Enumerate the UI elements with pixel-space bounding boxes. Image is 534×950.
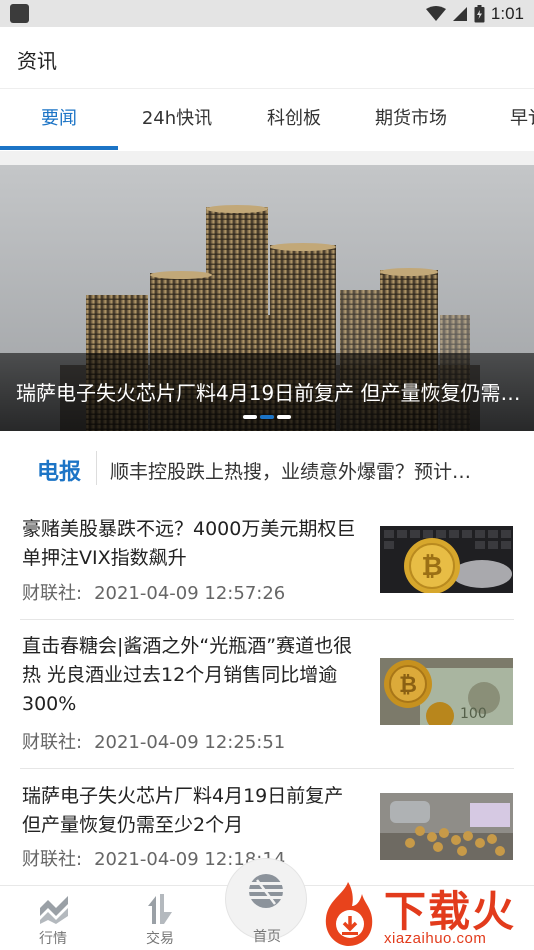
tab-24h-flash[interactable]: 24h快讯 [118,89,236,151]
carousel-dot [277,415,291,419]
bitcoin-dollar-thumbnail[interactable]: 100 ₿ [380,658,513,725]
telegram-ticker[interactable]: 电报 顺丰控股跌上热搜，业绩意外爆雷？预计一季度净亏损 [0,440,534,498]
telegram-headline[interactable]: 顺丰控股跌上热搜，业绩意外爆雷？预计一季度净亏损 [110,457,475,484]
tab-headlines[interactable]: 要闻 [0,89,118,151]
nav-market[interactable]: 行情 [13,886,93,950]
status-time: 1:01 [490,4,524,23]
telegram-label: 电报 [37,460,82,485]
coins-jar-thumbnail[interactable] [380,793,513,860]
carousel-dot-active [260,415,274,419]
tab-futures-market[interactable]: 期货市场 [352,89,470,151]
app-bar: 资讯 [0,27,534,89]
news-title[interactable]: 瑞萨电子失火芯片厂料4月19日前复产 但产量恢复仍需至少2个月 [22,782,367,840]
news-list-item[interactable]: 直击春糖会|酱酒之外“光瓶酒”赛道也很热 光良酒业过去12个月销售同比增逾300… [0,620,534,769]
news-source: 财联社: [22,849,83,870]
market-chart-icon [40,896,68,924]
signal-icon [452,7,467,21]
news-time: 2021-04-09 12:25:51 [94,732,286,753]
app-notification-icon [10,4,29,23]
bitcoin-keyboard-thumbnail[interactable]: ₿ [380,526,513,593]
news-meta: 财联社: 2021-04-09 12:57:26 [22,579,285,605]
status-bar: 1:01 [0,0,534,27]
trade-arrows-icon [148,894,172,924]
news-time: 2021-04-09 12:57:26 [94,583,286,604]
category-tabs: 要闻 24h快讯 科创板 期货市场 早讠 [0,89,534,151]
wifi-icon [425,6,446,21]
watermark-url: xiazaihuo.com [384,930,487,947]
svg-text:100: 100 [460,706,487,722]
nav-home-label: 首页 [253,929,281,945]
active-tab-indicator [0,146,118,150]
carousel-indicator [243,415,291,419]
news-title[interactable]: 豪赌美股暴跌不远？4000万美元期权巨单押注VIX指数飙升 [22,515,367,573]
svg-text:₿: ₿ [421,552,442,582]
tab-star-market[interactable]: 科创板 [236,89,352,151]
nav-trade[interactable]: 交易 [120,886,200,950]
nav-home[interactable]: 首页 [225,858,307,945]
section-divider [0,151,534,165]
carousel-dot [243,415,257,419]
battery-icon [474,5,485,23]
telegram-divider [96,451,97,485]
news-list-item[interactable]: 豪赌美股暴跌不远？4000万美元期权巨单押注VIX指数飙升 财联社: 2021-0… [0,505,534,620]
tab-morning[interactable]: 早讠 [510,89,534,151]
nav-trade-label: 交易 [146,931,174,947]
site-watermark: 下载火 xiazaihuo.com [312,878,534,950]
svg-text:₿: ₿ [399,673,417,698]
news-source: 财联社: [22,732,83,753]
banner-caption[interactable]: 瑞萨电子失火芯片厂料4月19日前复产 但产量恢复仍需至少2个月 [16,377,521,406]
news-banner-carousel[interactable]: 瑞萨电子失火芯片厂料4月19日前复产 但产量恢复仍需至少2个月 [0,165,534,431]
news-meta: 财联社: 2021-04-09 12:25:51 [22,728,285,754]
news-source: 财联社: [22,583,83,604]
page-title: 资讯 [17,49,57,73]
news-title[interactable]: 直击春糖会|酱酒之外“光瓶酒”赛道也很热 光良酒业过去12个月销售同比增逾300… [22,632,367,719]
nav-market-label: 行情 [39,931,67,947]
globe-icon [249,874,283,908]
fire-logo-icon [325,882,373,946]
status-icons: 1:01 [425,2,524,26]
